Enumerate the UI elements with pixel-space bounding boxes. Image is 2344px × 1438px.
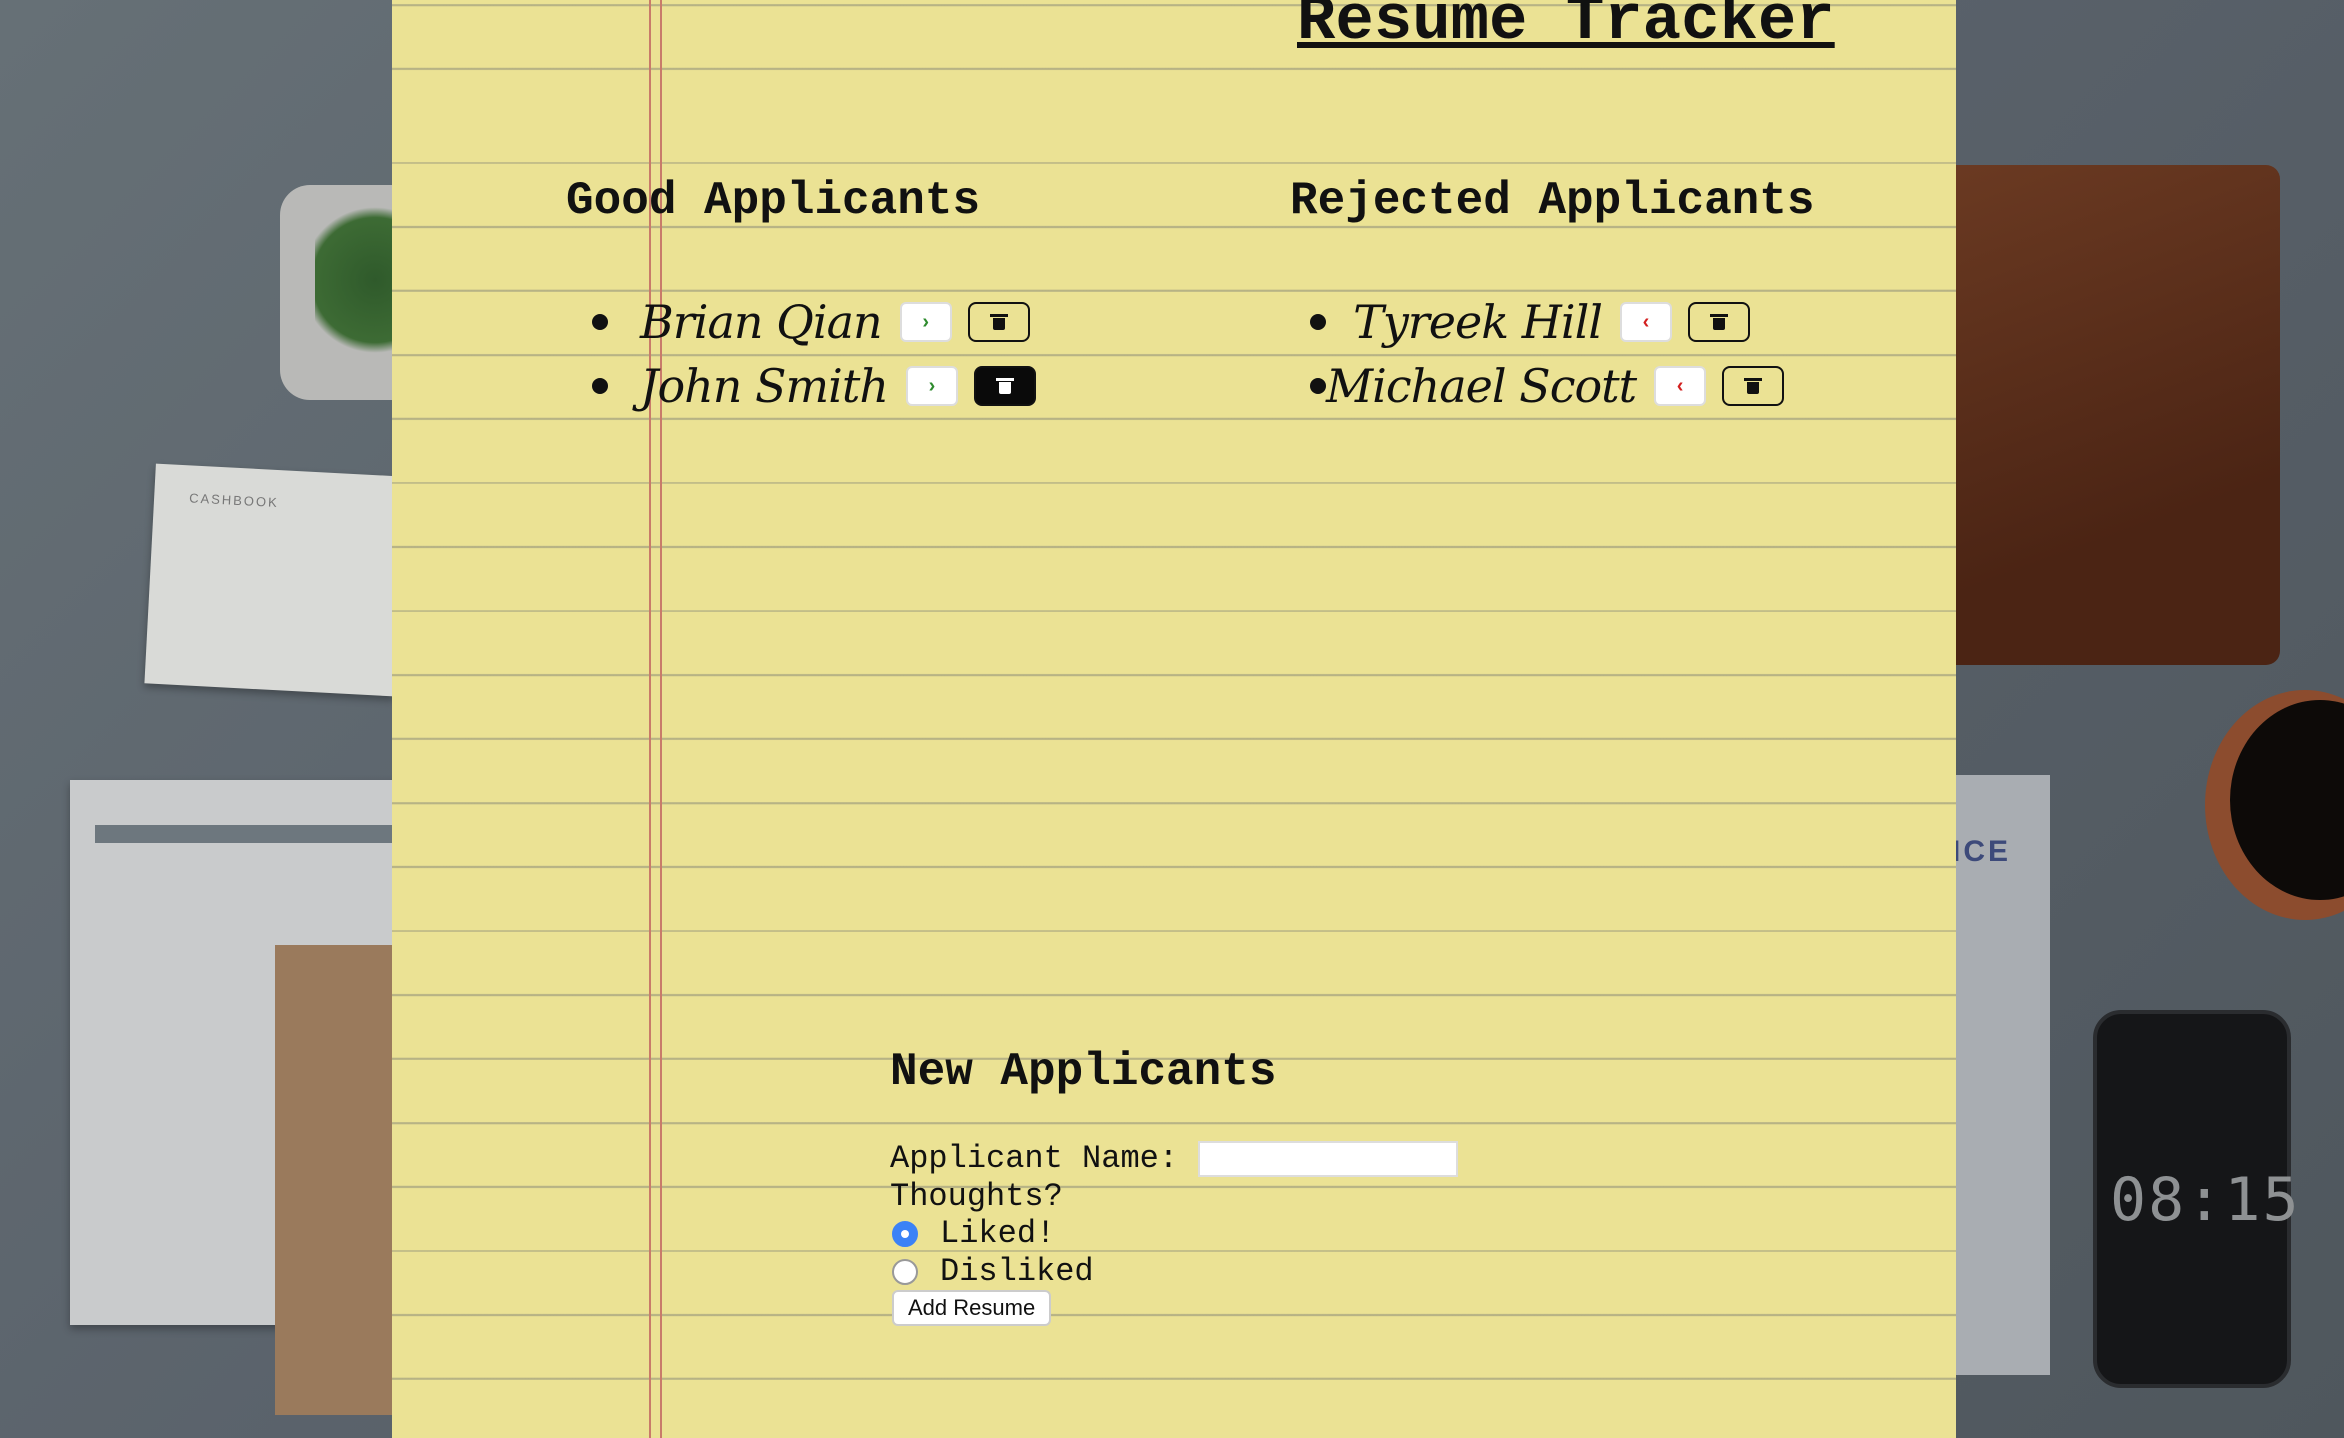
chevron-right-icon: › bbox=[928, 374, 936, 397]
move-to-rejected-button[interactable]: › bbox=[899, 302, 952, 342]
new-applicants-heading: New Applicants bbox=[890, 1046, 1277, 1098]
list-item: Tyreek Hill ‹ bbox=[1310, 290, 1750, 354]
chevron-left-icon: ‹ bbox=[1642, 310, 1650, 333]
bullet bbox=[592, 378, 608, 394]
applicant-name-input[interactable] bbox=[1198, 1140, 1459, 1177]
trash-icon bbox=[1710, 314, 1728, 330]
move-to-good-button[interactable]: ‹ bbox=[1620, 302, 1672, 342]
liked-radio[interactable] bbox=[892, 1220, 918, 1247]
legal-pad: Resume Tracker Good Applicants Rejected … bbox=[392, 0, 1956, 1438]
list-item: Michael Scott ‹ bbox=[1310, 354, 1785, 418]
page-title: Resume Tracker bbox=[1297, 0, 1835, 58]
trash-icon bbox=[995, 378, 1014, 394]
bullet bbox=[1310, 314, 1326, 330]
wallet-image bbox=[1940, 165, 2280, 665]
delete-button[interactable] bbox=[1688, 302, 1750, 342]
applicant-name: Brian Qian bbox=[640, 295, 883, 349]
trash-icon bbox=[989, 314, 1008, 330]
thoughts-label: Thoughts? bbox=[890, 1178, 1063, 1215]
delete-button[interactable] bbox=[967, 302, 1030, 342]
applicant-name-label: Applicant Name: bbox=[890, 1140, 1179, 1177]
liked-label: Liked! bbox=[940, 1215, 1056, 1252]
chevron-right-icon: › bbox=[922, 310, 929, 333]
liked-option[interactable]: Liked! bbox=[892, 1215, 1055, 1252]
trash-icon bbox=[1744, 378, 1763, 394]
delete-button[interactable] bbox=[973, 366, 1036, 406]
bullet bbox=[1310, 378, 1326, 394]
disliked-label: Disliked bbox=[940, 1253, 1094, 1290]
applicant-name: Tyreek Hill bbox=[1353, 295, 1603, 349]
list-item: Brian Qian › bbox=[592, 290, 1036, 354]
move-to-good-button[interactable]: ‹ bbox=[1654, 366, 1707, 406]
phone-time: 08:15 bbox=[2110, 1165, 2301, 1235]
rejected-applicants-list: Tyreek Hill ‹ Michael Scott ‹ bbox=[1310, 290, 1785, 418]
disliked-radio[interactable] bbox=[892, 1258, 918, 1285]
good-applicants-list: Brian Qian › John Smith › bbox=[592, 290, 1036, 418]
add-resume-button[interactable]: Add Resume bbox=[892, 1290, 1052, 1326]
rejected-applicants-heading: Rejected Applicants bbox=[1290, 175, 1815, 227]
notes-header-bar bbox=[95, 825, 395, 843]
chevron-left-icon: ‹ bbox=[1676, 374, 1684, 397]
applicant-name-row: Applicant Name: bbox=[890, 1140, 1459, 1177]
disliked-option[interactable]: Disliked bbox=[892, 1253, 1094, 1290]
applicant-name: Michael Scott bbox=[1326, 359, 1637, 413]
delete-button[interactable] bbox=[1722, 366, 1785, 406]
list-item: John Smith › bbox=[592, 354, 1036, 418]
move-to-rejected-button[interactable]: › bbox=[905, 366, 958, 406]
cashbook-label: CASHBOOK bbox=[188, 490, 280, 511]
applicant-name: John Smith bbox=[640, 359, 889, 413]
bullet bbox=[592, 314, 608, 330]
invoice-text: ICE bbox=[1952, 835, 2012, 868]
good-applicants-heading: Good Applicants bbox=[566, 175, 981, 227]
cashbook-image: CASHBOOK bbox=[144, 463, 406, 697]
